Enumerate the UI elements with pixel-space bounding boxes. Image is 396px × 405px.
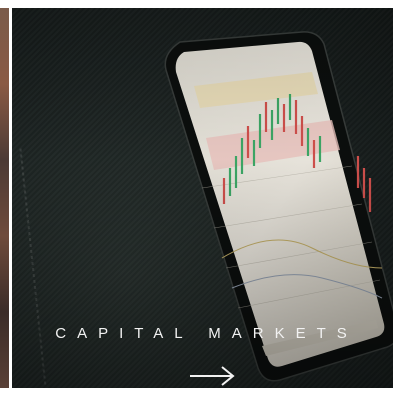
adjacent-tile-edge bbox=[0, 8, 9, 388]
capital-markets-tile[interactable]: CAPITAL MARKETS bbox=[12, 8, 393, 388]
arrow-right-icon[interactable] bbox=[188, 364, 236, 388]
tile-title: CAPITAL MARKETS bbox=[55, 325, 358, 342]
fabric-seam bbox=[19, 148, 47, 388]
